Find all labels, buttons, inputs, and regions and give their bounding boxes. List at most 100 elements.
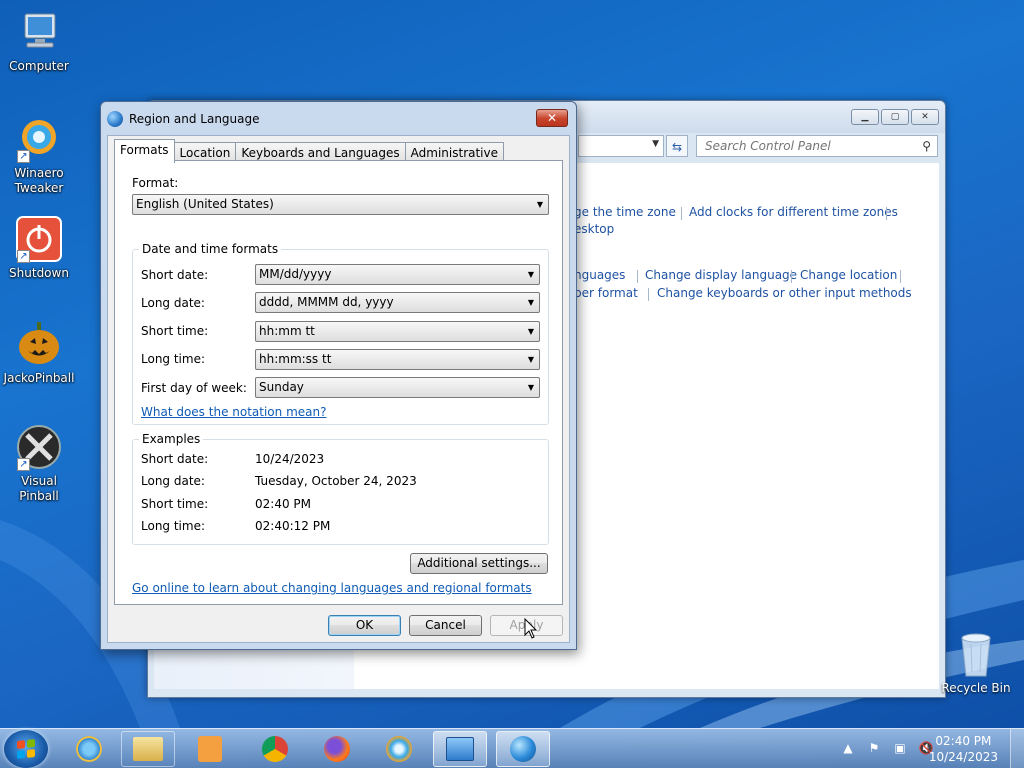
close-button[interactable]: ✕ xyxy=(911,109,939,125)
power-icon: ↗ xyxy=(15,215,63,263)
computer-icon xyxy=(15,8,63,56)
desktop-icon-recycle-bin[interactable]: Recycle Bin xyxy=(940,630,1012,695)
tab-formats[interactable]: Formats xyxy=(114,139,175,163)
online-help-link[interactable]: Go online to learn about changing langua… xyxy=(132,581,532,595)
separator xyxy=(681,207,682,220)
group-title: Date and time formats xyxy=(139,242,282,256)
desktop-icon-winaero-tweaker[interactable]: ↗ Winaero Tweaker xyxy=(0,115,78,196)
shortcut-arrow-icon: ↗ xyxy=(17,150,30,163)
example-short-date-value: 10/24/2023 xyxy=(255,452,325,466)
network-icon[interactable]: ▣ xyxy=(892,740,908,756)
desktop-icon-visual-pinball[interactable]: ↗ Visual Pinball xyxy=(0,423,78,504)
chevron-down-icon[interactable]: ▼ xyxy=(652,139,659,149)
show-hidden-icons-icon[interactable]: ▲ xyxy=(840,740,856,756)
refresh-button[interactable]: ⇆ xyxy=(666,135,688,157)
formats-panel: Format: English (United States) ▼ Date a… xyxy=(114,160,563,605)
notation-help-link[interactable]: What does the notation mean? xyxy=(141,405,326,419)
mouse-cursor-icon xyxy=(524,618,538,639)
address-bar[interactable]: ▼ xyxy=(578,135,664,157)
taskbar-media-player[interactable] xyxy=(183,731,237,767)
format-value: English (United States) xyxy=(136,197,274,211)
control-panel-icon xyxy=(446,737,474,761)
visual-pinball-icon: ↗ xyxy=(15,423,63,471)
region-language-dialog[interactable]: Region and Language ✕ Formats Location K… xyxy=(100,101,577,650)
example-short-date-label: Short date: xyxy=(141,452,209,466)
short-date-dropdown[interactable]: MM/dd/yyyy ▼ xyxy=(255,264,540,285)
recycle-bin-label: Recycle Bin xyxy=(941,681,1011,695)
link-change-keyboards[interactable]: Change keyboards or other input methods xyxy=(657,286,912,300)
chevron-down-icon: ▼ xyxy=(527,355,534,364)
example-long-time-label: Long time: xyxy=(141,519,206,533)
dialog-titlebar[interactable]: Region and Language xyxy=(107,108,260,130)
first-day-dropdown[interactable]: Sunday ▼ xyxy=(255,377,540,398)
recycle-bin-icon xyxy=(961,633,991,677)
link-change-time-zone[interactable]: ge the time zone xyxy=(574,205,676,219)
taskbar-chrome[interactable] xyxy=(248,731,302,767)
link-number-format[interactable]: ber format xyxy=(574,286,638,300)
separator xyxy=(886,207,887,220)
dialog-body: Formats Location Keyboards and Languages… xyxy=(107,135,570,643)
desktop-icon-label: Visual Pinball xyxy=(19,474,59,503)
search-input[interactable] xyxy=(703,136,913,156)
winaero-tweaker-icon xyxy=(386,736,412,762)
desktop-icon-label: Computer xyxy=(9,59,69,73)
chevron-down-icon: ▼ xyxy=(527,270,534,279)
globe-clock-icon xyxy=(510,736,536,762)
search-box[interactable]: ⚲ xyxy=(696,135,938,157)
minimize-button[interactable]: ▁ xyxy=(851,109,879,125)
folder-icon xyxy=(133,737,163,761)
desktop-icon-computer[interactable]: Computer xyxy=(0,8,78,74)
link-languages[interactable]: nguages xyxy=(574,268,625,282)
show-desktop-button[interactable] xyxy=(1010,729,1024,768)
short-time-value: hh:mm tt xyxy=(259,324,315,338)
long-date-value: dddd, MMMM dd, yyyy xyxy=(259,295,394,309)
start-button[interactable] xyxy=(4,730,48,768)
long-date-dropdown[interactable]: dddd, MMMM dd, yyyy ▼ xyxy=(255,292,540,313)
separator xyxy=(637,270,638,283)
taskbar-control-panel[interactable] xyxy=(433,731,487,767)
globe-icon xyxy=(107,111,123,127)
taskbar-region-language[interactable] xyxy=(496,731,550,767)
additional-settings-button[interactable]: Additional settings... xyxy=(410,553,548,574)
desktop-icon-shutdown[interactable]: ↗ Shutdown xyxy=(0,215,78,281)
pumpkin-icon xyxy=(15,320,63,368)
taskbar: ▲ ⚑ ▣ 🔇 02:40 PM 10/24/2023 xyxy=(0,728,1024,768)
taskbar-firefox[interactable] xyxy=(310,731,364,767)
format-dropdown[interactable]: English (United States) ▼ xyxy=(132,194,549,215)
example-long-date-label: Long date: xyxy=(141,474,205,488)
first-day-label: First day of week: xyxy=(141,381,247,395)
taskbar-internet-explorer[interactable] xyxy=(62,731,116,767)
desktop-icon-jackopinball[interactable]: JackoPinball xyxy=(0,320,78,386)
action-center-icon[interactable]: ⚑ xyxy=(866,740,882,756)
firefox-icon xyxy=(324,736,350,762)
cancel-button[interactable]: Cancel xyxy=(409,615,482,636)
short-date-label: Short date: xyxy=(141,268,209,282)
link-change-location[interactable]: Change location xyxy=(800,268,897,282)
chevron-down-icon: ▼ xyxy=(536,200,543,209)
first-day-value: Sunday xyxy=(259,380,304,394)
dialog-close-button[interactable]: ✕ xyxy=(536,109,568,127)
taskbar-explorer[interactable] xyxy=(121,731,175,767)
clock[interactable]: 02:40 PM 10/24/2023 xyxy=(929,733,998,765)
chevron-down-icon: ▼ xyxy=(527,383,534,392)
long-time-value: hh:mm:ss tt xyxy=(259,352,332,366)
example-long-time-value: 02:40:12 PM xyxy=(255,519,331,533)
example-short-time-value: 02:40 PM xyxy=(255,497,311,511)
desktop-icon-label: Shutdown xyxy=(9,266,69,280)
short-time-dropdown[interactable]: hh:mm tt ▼ xyxy=(255,321,540,342)
taskbar-winaero[interactable] xyxy=(372,731,426,767)
search-icon[interactable]: ⚲ xyxy=(922,139,931,153)
shortcut-arrow-icon: ↗ xyxy=(17,250,30,263)
ok-button[interactable]: OK xyxy=(328,615,401,636)
link-add-clocks[interactable]: Add clocks for different time zones xyxy=(689,205,898,219)
refresh-icon: ⇆ xyxy=(671,140,683,154)
winaero-tweaker-icon: ↗ xyxy=(15,115,63,163)
long-time-dropdown[interactable]: hh:mm:ss tt ▼ xyxy=(255,349,540,370)
link-desktop[interactable]: esktop xyxy=(574,222,614,236)
shortcut-arrow-icon: ↗ xyxy=(17,458,30,471)
clock-date: 10/24/2023 xyxy=(928,750,998,764)
internet-explorer-icon xyxy=(76,736,102,762)
maximize-button[interactable]: ▢ xyxy=(881,109,909,125)
link-change-display-language[interactable]: Change display language xyxy=(645,268,797,282)
media-player-icon xyxy=(198,736,222,762)
